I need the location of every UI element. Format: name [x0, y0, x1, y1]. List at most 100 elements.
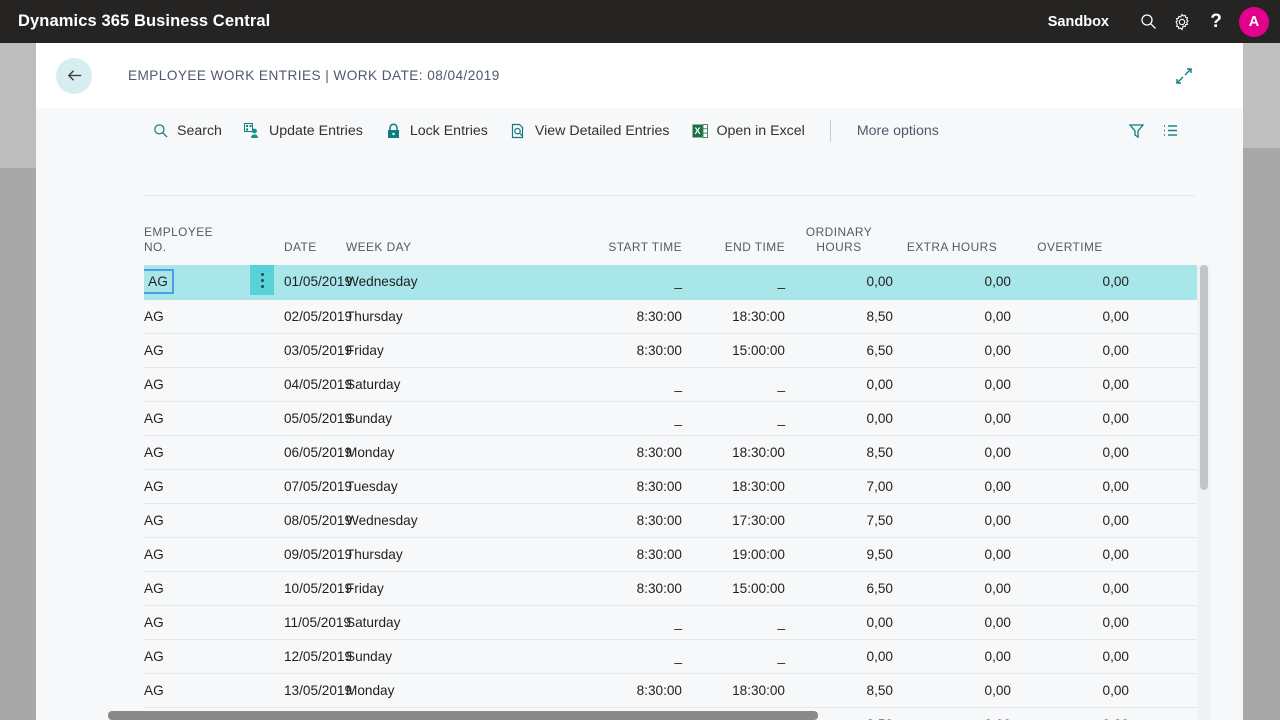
cell-end-time[interactable]: 15:00:00 [682, 333, 785, 367]
cell-week-day[interactable]: Thursday [346, 537, 582, 571]
page-scrollbar-right[interactable] [1243, 43, 1280, 720]
column-header-date[interactable]: DATE [284, 196, 346, 265]
cell-ordinary-hours[interactable]: 8,50 [785, 435, 893, 469]
grid-horizontal-scrollbar-thumb[interactable] [108, 711, 818, 720]
cell-ordinary-hours[interactable]: 8,50 [785, 299, 893, 333]
cell-date[interactable]: 08/05/2019 [284, 503, 346, 537]
cell-week-day[interactable]: Monday [346, 673, 582, 707]
cell-date[interactable]: 07/05/2019 [284, 469, 346, 503]
cell-week-day[interactable]: Saturday [346, 367, 582, 401]
table-row[interactable]: AG09/05/2019Thursday8:30:0019:00:009,500… [144, 537, 1197, 571]
cell-date[interactable]: 09/05/2019 [284, 537, 346, 571]
cell-extra-hours[interactable]: 0,00 [893, 333, 1011, 367]
table-row[interactable]: AG03/05/2019Friday8:30:0015:00:006,500,0… [144, 333, 1197, 367]
cell-start-time[interactable]: _ [582, 639, 682, 673]
cell-start-time[interactable]: 8:30:00 [582, 673, 682, 707]
cell-absence-hours[interactable] [1129, 673, 1197, 707]
cell-extra-hours[interactable]: 0,00 [893, 639, 1011, 673]
search-button[interactable]: Search [141, 108, 233, 153]
cell-date[interactable]: 11/05/2019 [284, 605, 346, 639]
cell-date[interactable]: 01/05/2019 [284, 265, 346, 299]
table-row[interactable]: AG10/05/2019Friday8:30:0015:00:006,500,0… [144, 571, 1197, 605]
cell-date[interactable]: 06/05/2019 [284, 435, 346, 469]
cell-start-time[interactable]: 8:30:00 [582, 435, 682, 469]
cell-extra-hours[interactable]: 0,00 [893, 571, 1011, 605]
column-header-week-day[interactable]: WEEK DAY [346, 196, 582, 265]
table-row[interactable]: AG02/05/2019Thursday8:30:0018:30:008,500… [144, 299, 1197, 333]
cell-date[interactable]: 10/05/2019 [284, 571, 346, 605]
cell-extra-hours[interactable]: 0,00 [893, 435, 1011, 469]
column-header-ordinary-hours[interactable]: ORDINARY HOURS [785, 196, 893, 265]
filter-funnel-icon[interactable] [1121, 117, 1151, 145]
column-header-extra-hours[interactable]: EXTRA HOURS [893, 196, 1011, 265]
cell-end-time[interactable]: _ [682, 639, 785, 673]
column-header-overtime[interactable]: OVERTIME [1011, 196, 1129, 265]
cell-start-time[interactable]: _ [582, 605, 682, 639]
cell-absence-hours[interactable] [1129, 265, 1197, 299]
table-row[interactable]: AG01/05/2019Wednesday__0,000,000,00 [144, 265, 1197, 299]
cell-week-day[interactable]: Wednesday [346, 503, 582, 537]
cell-employee-no[interactable]: AG [144, 639, 284, 673]
back-arrow-icon[interactable] [56, 58, 92, 94]
column-header-start-time[interactable]: START TIME [582, 196, 682, 265]
grid-vertical-scrollbar[interactable] [1197, 265, 1210, 720]
cell-ordinary-hours[interactable]: 7,00 [785, 469, 893, 503]
cell-employee-no[interactable]: AG [144, 401, 284, 435]
cell-week-day[interactable]: Tuesday [346, 469, 582, 503]
cell-absence-hours[interactable] [1129, 367, 1197, 401]
cell-employee-no[interactable]: AG [144, 469, 284, 503]
table-row[interactable]: AG12/05/2019Sunday__0,000,000,00 [144, 639, 1197, 673]
cell-end-time[interactable]: 18:30:00 [682, 299, 785, 333]
lock-entries-button[interactable]: Lock Entries [374, 108, 499, 153]
cell-start-time[interactable]: 8:30:00 [582, 299, 682, 333]
cell-employee-no[interactable]: AG [144, 435, 284, 469]
column-header-absence-hours[interactable]: AB H( [1129, 196, 1197, 265]
cell-start-time[interactable]: 8:30:00 [582, 503, 682, 537]
cell-end-time[interactable]: 18:30:00 [682, 435, 785, 469]
cell-start-time[interactable]: 8:30:00 [582, 333, 682, 367]
cell-start-time[interactable]: 8:30:00 [582, 537, 682, 571]
cell-week-day[interactable]: Thursday [346, 299, 582, 333]
cell-employee-no[interactable]: AG [144, 673, 284, 707]
cell-date[interactable]: 02/05/2019 [284, 299, 346, 333]
cell-ordinary-hours[interactable]: 7,50 [785, 503, 893, 537]
cell-ordinary-hours[interactable]: 0,00 [785, 639, 893, 673]
cell-end-time[interactable]: _ [682, 401, 785, 435]
cell-date[interactable]: 12/05/2019 [284, 639, 346, 673]
cell-date[interactable]: 04/05/2019 [284, 367, 346, 401]
cell-extra-hours[interactable]: 0,00 [893, 265, 1011, 299]
search-icon[interactable] [1131, 0, 1165, 43]
cell-ordinary-hours[interactable]: 6,50 [785, 571, 893, 605]
cell-overtime[interactable]: 0,00 [1011, 333, 1129, 367]
cell-overtime[interactable]: 0,00 [1011, 639, 1129, 673]
cell-end-time[interactable]: _ [682, 265, 785, 299]
gear-icon[interactable] [1165, 0, 1199, 43]
table-row[interactable]: AG13/05/2019Monday8:30:0018:30:008,500,0… [144, 673, 1197, 707]
cell-extra-hours[interactable]: 0,00 [893, 605, 1011, 639]
cell-end-time[interactable]: _ [682, 367, 785, 401]
cell-week-day[interactable]: Monday [346, 435, 582, 469]
cell-overtime[interactable]: 0,00 [1011, 571, 1129, 605]
cell-week-day[interactable]: Friday [346, 571, 582, 605]
cell-ordinary-hours[interactable]: 8,50 [785, 673, 893, 707]
table-row[interactable]: AG08/05/2019Wednesday8:30:0017:30:007,50… [144, 503, 1197, 537]
page-scrollbar-right-thumb[interactable] [1243, 43, 1280, 148]
cell-absence-hours[interactable] [1129, 571, 1197, 605]
cell-ordinary-hours[interactable]: 0,00 [785, 367, 893, 401]
list-view-icon[interactable] [1155, 117, 1185, 145]
table-row[interactable]: AG11/05/2019Saturday__0,000,000,00 [144, 605, 1197, 639]
cell-employee-no[interactable]: AG [144, 367, 284, 401]
cell-employee-no[interactable]: AG [144, 265, 284, 299]
cell-start-time[interactable]: 8:30:00 [582, 571, 682, 605]
cell-date[interactable]: 03/05/2019 [284, 333, 346, 367]
cell-week-day[interactable]: Sunday [346, 401, 582, 435]
cell-extra-hours[interactable]: 0,00 [893, 673, 1011, 707]
table-row[interactable]: AG05/05/2019Sunday__0,000,000,00 [144, 401, 1197, 435]
avatar[interactable]: A [1239, 7, 1269, 37]
cell-ordinary-hours[interactable]: 0,00 [785, 401, 893, 435]
cell-employee-no[interactable]: AG [144, 299, 284, 333]
cell-absence-hours[interactable] [1129, 299, 1197, 333]
cell-week-day[interactable]: Sunday [346, 639, 582, 673]
cell-employee-no[interactable]: AG [144, 333, 284, 367]
cell-week-day[interactable]: Saturday [346, 605, 582, 639]
